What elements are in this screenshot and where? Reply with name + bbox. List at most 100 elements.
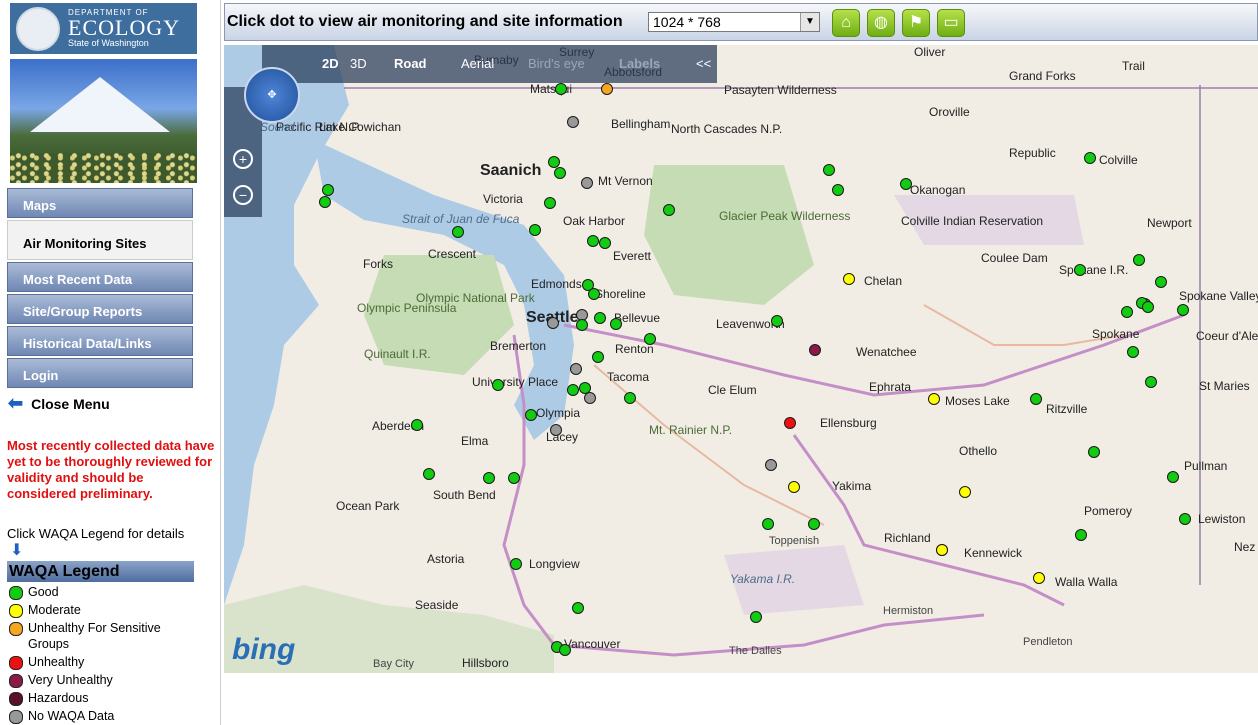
station-dot-good[interactable] bbox=[1030, 393, 1042, 405]
air-monitoring-map[interactable]: BurnabySurreyAbbotsfordOliverGrand Forks… bbox=[224, 45, 1258, 673]
station-dot-good[interactable] bbox=[554, 167, 566, 179]
station-dot-good[interactable] bbox=[319, 196, 331, 208]
station-dot-good[interactable] bbox=[423, 468, 435, 480]
station-dot-good[interactable] bbox=[587, 235, 599, 247]
nav-login[interactable]: Login bbox=[7, 358, 193, 388]
station-dot-good[interactable] bbox=[663, 204, 675, 216]
station-dot-good[interactable] bbox=[411, 419, 423, 431]
station-dot-good[interactable] bbox=[1155, 276, 1167, 288]
station-dot-good[interactable] bbox=[1145, 376, 1157, 388]
labels-toggle[interactable]: Labels bbox=[619, 56, 660, 71]
view-2d-button[interactable]: 2D bbox=[322, 56, 339, 71]
station-dot-good[interactable] bbox=[572, 602, 584, 614]
station-dot-good[interactable] bbox=[1142, 301, 1154, 313]
station-dot-good[interactable] bbox=[900, 178, 912, 190]
station-dot-good[interactable] bbox=[808, 518, 820, 530]
map-place-label: Strait of Juan de Fuca bbox=[402, 212, 520, 226]
station-dot-good[interactable] bbox=[1121, 306, 1133, 318]
station-dot-good[interactable] bbox=[588, 288, 600, 300]
pan-control[interactable]: ✥ bbox=[244, 67, 300, 123]
map-place-label: Seaside bbox=[415, 598, 459, 612]
station-dot-good[interactable] bbox=[452, 226, 464, 238]
nav-maps[interactable]: Maps bbox=[7, 188, 193, 218]
station-dot-good[interactable] bbox=[1133, 254, 1145, 266]
station-dot-good[interactable] bbox=[832, 184, 844, 196]
waqa-legend[interactable]: WAQA Legend Good Moderate Unhealthy For … bbox=[7, 561, 194, 724]
nav-most-recent-data[interactable]: Most Recent Data bbox=[7, 262, 193, 292]
birds-eye-button[interactable]: Bird's eye bbox=[528, 56, 585, 71]
station-dot-good[interactable] bbox=[483, 472, 495, 484]
station-dot-good[interactable] bbox=[508, 472, 520, 484]
station-dot-moderate[interactable] bbox=[959, 486, 971, 498]
station-dot-very[interactable] bbox=[809, 344, 821, 356]
station-dot-good[interactable] bbox=[624, 392, 636, 404]
station-dot-none[interactable] bbox=[547, 317, 559, 329]
station-dot-none[interactable] bbox=[765, 459, 777, 471]
station-dot-good[interactable] bbox=[592, 351, 604, 363]
station-dot-good[interactable] bbox=[750, 611, 762, 623]
station-dot-good[interactable] bbox=[576, 319, 588, 331]
station-dot-good[interactable] bbox=[771, 315, 783, 327]
ecology-logo[interactable]: DEPARTMENT OF ECOLOGY State of Washingto… bbox=[10, 3, 197, 54]
zoom-out-button[interactable]: − bbox=[233, 185, 253, 205]
station-dot-good[interactable] bbox=[1084, 152, 1096, 164]
station-dot-none[interactable] bbox=[584, 392, 596, 404]
pan-arrows-icon: ✥ bbox=[267, 89, 277, 101]
station-dot-unhealthy[interactable] bbox=[784, 417, 796, 429]
station-dot-good[interactable] bbox=[1167, 471, 1179, 483]
nav-site-group-reports[interactable]: Site/Group Reports bbox=[7, 294, 193, 324]
station-dot-none[interactable] bbox=[567, 116, 579, 128]
station-dot-none[interactable] bbox=[550, 424, 562, 436]
station-dot-ususg[interactable] bbox=[601, 83, 613, 95]
station-dot-good[interactable] bbox=[599, 237, 611, 249]
station-dot-good[interactable] bbox=[1179, 513, 1191, 525]
station-dot-good[interactable] bbox=[823, 164, 835, 176]
station-dot-good[interactable] bbox=[322, 184, 334, 196]
station-dot-good[interactable] bbox=[525, 409, 537, 421]
station-dot-good[interactable] bbox=[559, 644, 571, 656]
unhealthy-dot-icon bbox=[9, 656, 23, 670]
view-3d-button[interactable]: 3D bbox=[350, 56, 367, 71]
zoom-in-button[interactable]: + bbox=[233, 149, 253, 169]
station-dot-good[interactable] bbox=[567, 384, 579, 396]
station-dot-moderate[interactable] bbox=[936, 544, 948, 556]
station-dot-moderate[interactable] bbox=[788, 481, 800, 493]
station-dot-good[interactable] bbox=[544, 197, 556, 209]
station-dot-good[interactable] bbox=[762, 518, 774, 530]
map-place-label: Walla Walla bbox=[1055, 575, 1118, 589]
comment-button[interactable]: ▭ bbox=[937, 9, 965, 37]
station-dot-good[interactable] bbox=[492, 379, 504, 391]
nav-air-monitoring-sites[interactable]: Air Monitoring Sites bbox=[7, 220, 193, 260]
station-dot-good[interactable] bbox=[1075, 529, 1087, 541]
station-dot-good[interactable] bbox=[1127, 346, 1139, 358]
station-dot-good[interactable] bbox=[510, 558, 522, 570]
legend-item: Good bbox=[7, 584, 194, 600]
station-dot-good[interactable] bbox=[594, 312, 606, 324]
resolution-select[interactable]: 1024 * 768 ▼ bbox=[648, 12, 820, 32]
road-view-button[interactable]: Road bbox=[394, 56, 427, 71]
station-dot-good[interactable] bbox=[644, 333, 656, 345]
nav-historical-data-links[interactable]: Historical Data/Links bbox=[7, 326, 193, 356]
flag-button[interactable]: ⚑ bbox=[902, 9, 930, 37]
station-dot-none[interactable] bbox=[570, 363, 582, 375]
station-dot-moderate[interactable] bbox=[928, 393, 940, 405]
home-button[interactable]: ⌂ bbox=[832, 9, 860, 37]
legend-title[interactable]: WAQA Legend bbox=[7, 561, 194, 582]
chevron-down-icon[interactable]: ▼ bbox=[800, 13, 819, 31]
map-place-label: Forks bbox=[363, 257, 393, 271]
aerial-view-button[interactable]: Aerial bbox=[461, 56, 494, 71]
close-menu-link[interactable]: ⬅ Close Menu bbox=[8, 393, 110, 414]
station-dot-good[interactable] bbox=[529, 224, 541, 236]
station-dot-good[interactable] bbox=[555, 83, 567, 95]
station-dot-moderate[interactable] bbox=[843, 273, 855, 285]
station-dot-good[interactable] bbox=[1177, 304, 1189, 316]
station-dot-good[interactable] bbox=[1088, 446, 1100, 458]
map-place-label: Glacier Peak Wilderness bbox=[719, 209, 851, 223]
station-dot-good[interactable] bbox=[1074, 264, 1086, 276]
station-dot-none[interactable] bbox=[581, 177, 593, 189]
station-dot-good[interactable] bbox=[610, 318, 622, 330]
station-dot-moderate[interactable] bbox=[1033, 572, 1045, 584]
globe-button[interactable]: ◍ bbox=[867, 9, 895, 37]
data-disclaimer: Most recently collected data have yet to… bbox=[7, 438, 215, 501]
collapse-toolbar-button[interactable]: << bbox=[696, 56, 711, 71]
